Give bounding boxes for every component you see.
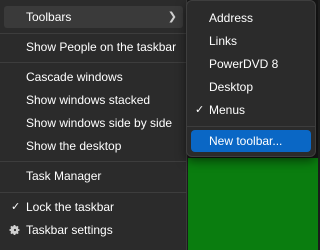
menu-item-taskbar-settings[interactable]: Taskbar settings <box>4 219 183 241</box>
submenu-item-label: Menus <box>209 103 246 117</box>
submenu-item-address[interactable]: Address <box>191 7 311 29</box>
submenu-item-label: Links <box>209 34 238 48</box>
menu-item-label: Toolbars <box>26 10 72 24</box>
submenu-item-label: Desktop <box>209 80 254 94</box>
menu-item-toolbars[interactable]: Toolbars ❯ <box>4 6 183 28</box>
toolbars-submenu: Address Links PowerDVD 8 Desktop ✓ Menus… <box>186 0 316 157</box>
chevron-right-icon: ❯ <box>167 11 177 23</box>
submenu-item-desktop[interactable]: Desktop <box>191 76 311 98</box>
menu-item-show-windows-side-by-side[interactable]: Show windows side by side <box>4 112 183 134</box>
menu-item-show-windows-stacked[interactable]: Show windows stacked <box>4 89 183 111</box>
gear-icon <box>9 224 20 236</box>
checkmark-icon: ✓ <box>195 104 205 116</box>
menu-item-task-manager[interactable]: Task Manager <box>4 165 183 187</box>
submenu-item-new-toolbar[interactable]: New toolbar... <box>191 130 311 152</box>
desktop-area: Toolbars ❯ Show People on the taskbar Ca… <box>0 0 318 250</box>
submenu-item-links[interactable]: Links <box>191 30 311 52</box>
taskbar-context-menu: Toolbars ❯ Show People on the taskbar Ca… <box>0 0 187 250</box>
menu-item-cascade-windows[interactable]: Cascade windows <box>4 66 183 88</box>
menu-item-label: Task Manager <box>26 169 102 183</box>
menu-item-label: Show windows side by side <box>26 116 173 130</box>
submenu-separator <box>187 126 315 127</box>
desktop-background-green <box>188 158 318 250</box>
submenu-item-powerdvd[interactable]: PowerDVD 8 <box>191 53 311 75</box>
menu-item-label: Show windows stacked <box>26 93 151 107</box>
menu-item-label: Lock the taskbar <box>26 200 115 214</box>
menu-item-label: Cascade windows <box>26 70 123 84</box>
submenu-item-label: New toolbar... <box>209 134 283 148</box>
submenu-item-label: PowerDVD 8 <box>209 57 279 71</box>
submenu-item-menus[interactable]: ✓ Menus <box>191 99 311 121</box>
menu-separator <box>0 62 187 63</box>
menu-separator <box>0 33 187 34</box>
menu-separator <box>0 161 187 162</box>
menu-item-show-desktop[interactable]: Show the desktop <box>4 135 183 157</box>
checkmark-icon: ✓ <box>11 201 21 213</box>
submenu-item-label: Address <box>209 11 254 25</box>
menu-item-lock-taskbar[interactable]: ✓ Lock the taskbar <box>4 196 183 218</box>
menu-item-label: Show People on the taskbar <box>26 40 177 54</box>
menu-item-label: Show the desktop <box>26 139 122 153</box>
menu-item-label: Taskbar settings <box>26 223 113 237</box>
menu-item-show-people[interactable]: Show People on the taskbar <box>4 36 183 58</box>
menu-separator <box>0 192 187 193</box>
